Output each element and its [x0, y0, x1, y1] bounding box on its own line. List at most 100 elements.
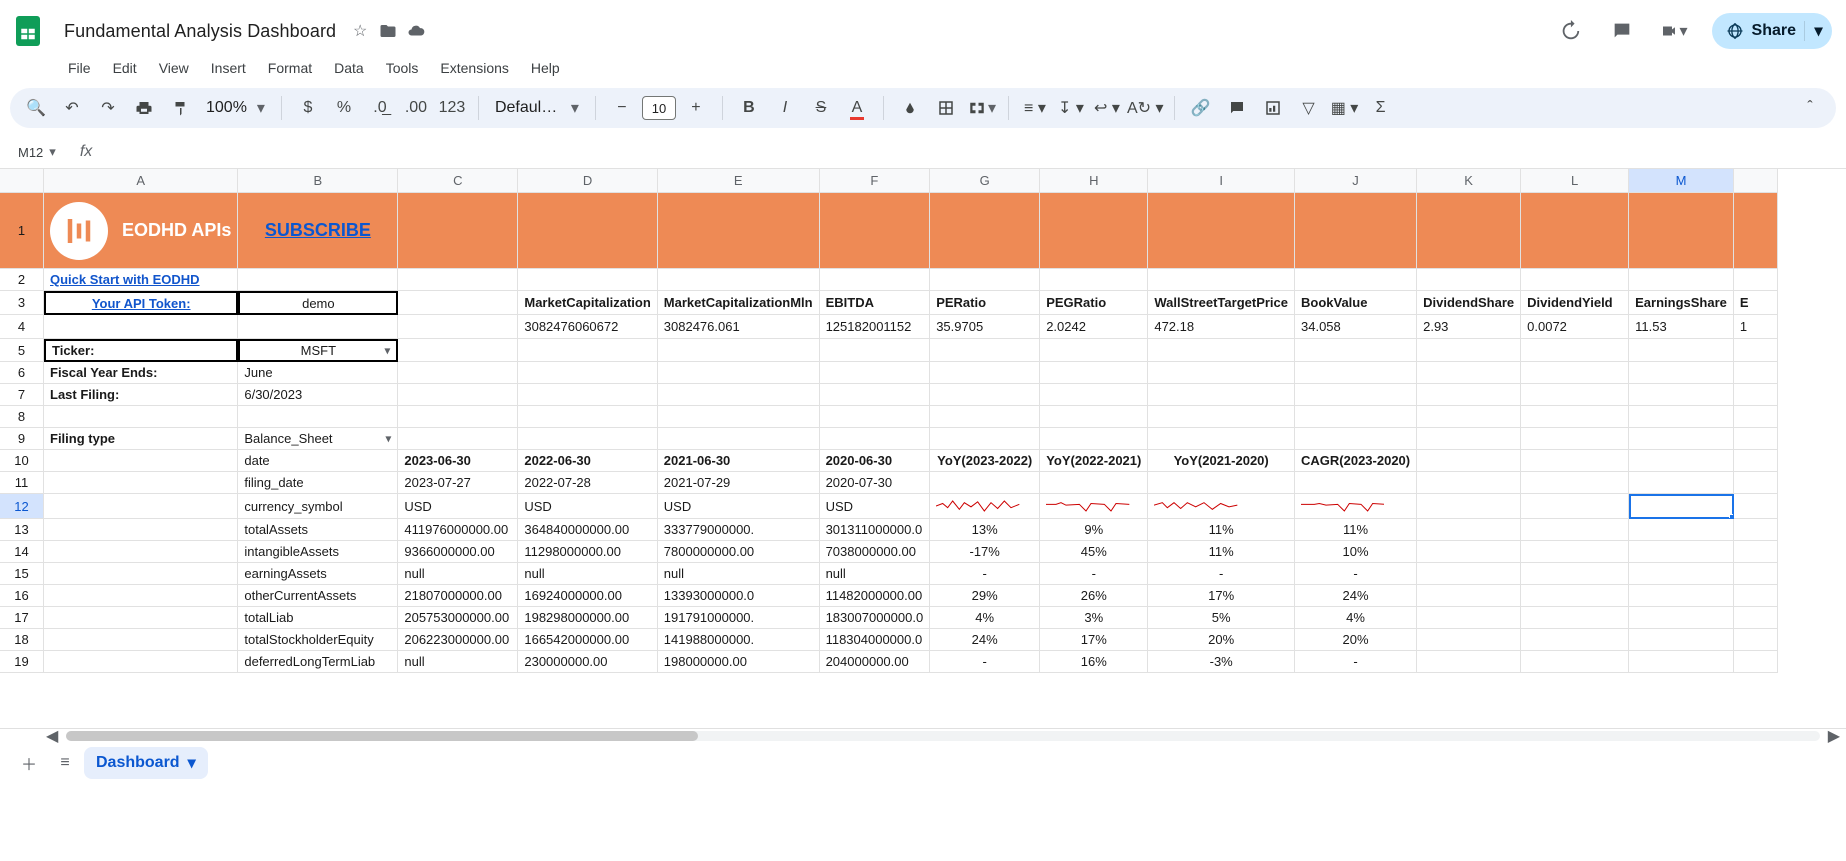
cell-J10[interactable]: CAGR(2023-2020)	[1295, 450, 1417, 472]
cell-N13[interactable]	[1734, 519, 1778, 541]
cell-A8[interactable]	[44, 406, 238, 428]
menu-extensions[interactable]: Extensions	[430, 56, 518, 80]
cell-A2[interactable]: Quick Start with EODHD	[44, 269, 238, 291]
cell-F7[interactable]	[820, 384, 931, 406]
cell-C1[interactable]	[398, 193, 518, 269]
cell-E13[interactable]: 333779000000.	[658, 519, 820, 541]
font-select[interactable]: Defaul…▾	[489, 96, 585, 120]
cell-M9[interactable]	[1629, 428, 1734, 450]
row-2[interactable]: 2	[0, 269, 44, 291]
cell-G5[interactable]	[930, 339, 1040, 362]
cell-C10[interactable]: 2023-06-30	[398, 450, 518, 472]
comments-icon[interactable]	[1608, 17, 1636, 45]
cell-L8[interactable]	[1521, 406, 1629, 428]
cell-A16[interactable]	[44, 585, 238, 607]
cell-J9[interactable]	[1295, 428, 1417, 450]
cell-N8[interactable]	[1734, 406, 1778, 428]
row-1[interactable]: 1	[0, 193, 44, 269]
row-4[interactable]: 4	[0, 315, 44, 339]
cell-C18[interactable]: 206223000000.00	[398, 629, 518, 651]
cell-M13[interactable]	[1629, 519, 1734, 541]
bold-icon[interactable]: B	[733, 92, 765, 124]
menu-format[interactable]: Format	[258, 56, 322, 80]
cell-G1[interactable]	[930, 193, 1040, 269]
cell-K13[interactable]	[1417, 519, 1521, 541]
cell-E1[interactable]	[658, 193, 820, 269]
cell-C14[interactable]: 9366000000.00	[398, 541, 518, 563]
cell-E17[interactable]: 191791000000.	[658, 607, 820, 629]
halign-icon[interactable]: ≡ ▾	[1019, 92, 1051, 124]
cell-K1[interactable]	[1417, 193, 1521, 269]
cell-C11[interactable]: 2023-07-27	[398, 472, 518, 494]
cell-H1[interactable]	[1040, 193, 1148, 269]
cell-G7[interactable]	[930, 384, 1040, 406]
cell-I19[interactable]: -3%	[1148, 651, 1295, 673]
cell-M16[interactable]	[1629, 585, 1734, 607]
filter-icon[interactable]: ▽	[1293, 92, 1325, 124]
cell-A9[interactable]: Filing type	[44, 428, 238, 450]
cell-M5[interactable]	[1629, 339, 1734, 362]
namebox-chevron-icon[interactable]: ▾	[49, 144, 56, 160]
cell-I17[interactable]: 5%	[1148, 607, 1295, 629]
cell-M4[interactable]: 11.53	[1629, 315, 1734, 339]
cell-F15[interactable]: null	[820, 563, 931, 585]
cell-M12[interactable]	[1629, 494, 1734, 519]
cell-H5[interactable]	[1040, 339, 1148, 362]
cell-C16[interactable]: 21807000000.00	[398, 585, 518, 607]
menu-data[interactable]: Data	[324, 56, 374, 80]
cell-L16[interactable]	[1521, 585, 1629, 607]
paint-format-icon[interactable]	[164, 92, 196, 124]
cell-B18[interactable]: totalStockholderEquity	[238, 629, 398, 651]
cell-G3[interactable]: PERatio	[930, 291, 1040, 315]
row-16[interactable]: 16	[0, 585, 44, 607]
cell-M1[interactable]	[1629, 193, 1734, 269]
cell-E18[interactable]: 141988000000.	[658, 629, 820, 651]
cell-F6[interactable]	[820, 362, 931, 384]
cell-F9[interactable]	[820, 428, 931, 450]
col-C[interactable]: C	[398, 169, 518, 193]
cell-H13[interactable]: 9%	[1040, 519, 1148, 541]
wrap-icon[interactable]: ↩ ▾	[1091, 92, 1123, 124]
cell-A14[interactable]	[44, 541, 238, 563]
cell-J11[interactable]	[1295, 472, 1417, 494]
cell-F12[interactable]: USD	[820, 494, 931, 519]
cell-N10[interactable]	[1734, 450, 1778, 472]
cell-H8[interactable]	[1040, 406, 1148, 428]
cell-L3[interactable]: DividendYield	[1521, 291, 1629, 315]
cell-A17[interactable]	[44, 607, 238, 629]
meet-icon[interactable]: ▾	[1660, 17, 1688, 45]
percent-icon[interactable]: %	[328, 92, 360, 124]
cell-A1[interactable]: EODHD APIs	[44, 193, 238, 269]
cell-I2[interactable]	[1148, 269, 1295, 291]
row-3[interactable]: 3	[0, 291, 44, 315]
cell-F17[interactable]: 183007000000.0	[820, 607, 931, 629]
cell-D9[interactable]	[518, 428, 657, 450]
text-color-icon[interactable]: A	[841, 92, 873, 124]
cell-F19[interactable]: 204000000.00	[820, 651, 931, 673]
cell-D6[interactable]	[518, 362, 657, 384]
fontsize-decrease[interactable]: −	[606, 92, 638, 124]
row-15[interactable]: 15	[0, 563, 44, 585]
cell-H4[interactable]: 2.0242	[1040, 315, 1148, 339]
cell-I16[interactable]: 17%	[1148, 585, 1295, 607]
cell-J4[interactable]: 34.058	[1295, 315, 1417, 339]
cell-F2[interactable]	[820, 269, 931, 291]
cell-E14[interactable]: 7800000000.00	[658, 541, 820, 563]
horizontal-scrollbar[interactable]: ◀ ▶	[0, 729, 1846, 743]
cell-E4[interactable]: 3082476.061	[658, 315, 820, 339]
cell-L7[interactable]	[1521, 384, 1629, 406]
number-format-123[interactable]: 123	[436, 92, 468, 124]
cell-M17[interactable]	[1629, 607, 1734, 629]
cell-H3[interactable]: PEGRatio	[1040, 291, 1148, 315]
cell-G4[interactable]: 35.9705	[930, 315, 1040, 339]
cell-B16[interactable]: otherCurrentAssets	[238, 585, 398, 607]
menu-insert[interactable]: Insert	[201, 56, 256, 80]
cell-B8[interactable]	[238, 406, 398, 428]
cell-M3[interactable]: EarningsShare	[1629, 291, 1734, 315]
cell-C5[interactable]	[398, 339, 518, 362]
cell-H10[interactable]: YoY(2022-2021)	[1040, 450, 1148, 472]
cell-G14[interactable]: -17%	[930, 541, 1040, 563]
ticker-select[interactable]: MSFT	[238, 339, 398, 362]
row-7[interactable]: 7	[0, 384, 44, 406]
cell-C12[interactable]: USD	[398, 494, 518, 519]
